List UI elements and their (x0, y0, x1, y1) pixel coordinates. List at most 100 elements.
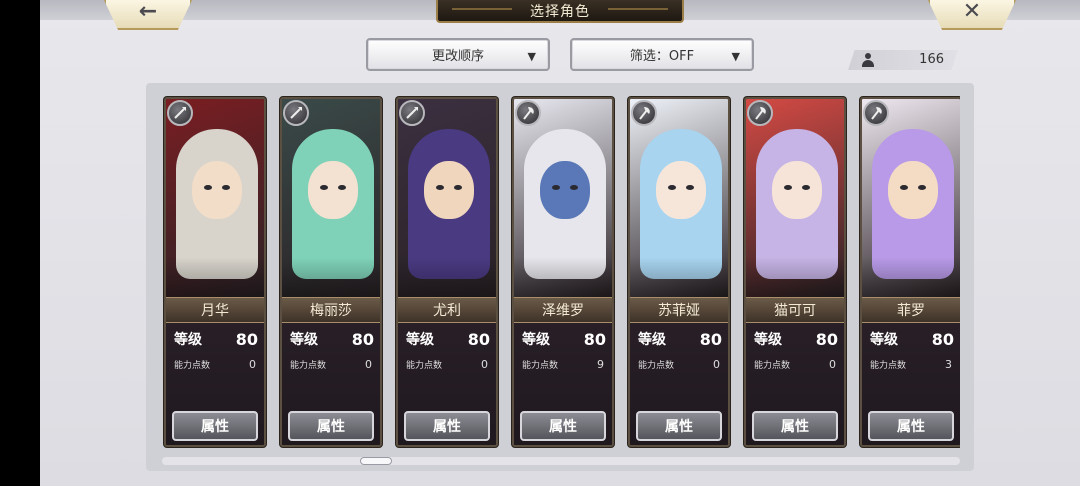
level-value: 80 (235, 329, 258, 349)
character-name-bar: 苏菲娅 (630, 297, 728, 323)
character-card[interactable]: 月华等级 80 能力点数 0 属性 (164, 97, 266, 447)
axe-icon (631, 100, 657, 126)
character-portrait[interactable] (166, 99, 264, 297)
level-label: 等级 (754, 332, 782, 348)
portrait-eye (918, 185, 926, 190)
ability-points-row: 能力点数 0 (290, 357, 372, 371)
level-row: 等级 80 (754, 329, 838, 349)
character-stats: 等级 80 能力点数 9 属性 (514, 323, 612, 445)
portrait-eye (436, 185, 444, 190)
spear-icon (167, 100, 193, 126)
level-value: 80 (699, 329, 722, 349)
level-value: 80 (931, 329, 954, 349)
character-stats: 等级 80 能力点数 3 属性 (862, 323, 960, 445)
character-name-bar: 梅丽莎 (282, 297, 380, 323)
filter-dropdown[interactable]: 筛选：OFF ▼ (570, 38, 754, 71)
sort-order-dropdown[interactable]: 更改顺序 ▼ (366, 38, 550, 71)
attributes-button-label: 属性 (665, 419, 693, 435)
portrait-eye (320, 185, 328, 190)
ability-points-label: 能力点数 (870, 360, 907, 371)
character-card[interactable]: 梅丽莎等级 80 能力点数 0 属性 (280, 97, 382, 447)
attributes-button[interactable]: 属性 (288, 411, 374, 441)
ability-points-row: 能力点数 0 (406, 357, 488, 371)
attributes-button[interactable]: 属性 (172, 411, 258, 441)
ability-points-label: 能力点数 (754, 360, 791, 371)
title-ornament-left (452, 8, 512, 10)
character-card[interactable]: 苏菲娅等级 80 能力点数 0 属性 (628, 97, 730, 447)
level-value: 80 (467, 329, 490, 349)
character-card[interactable]: 尤利 等级 80 能力点数 0 属性 (396, 97, 498, 447)
character-name: 尤利 (433, 303, 461, 319)
level-row: 等级 80 (522, 329, 606, 349)
character-portrait[interactable] (630, 99, 728, 297)
character-name: 月华 (201, 303, 229, 319)
portrait-eye (552, 185, 560, 190)
character-card[interactable]: 泽维罗 等级 80 能力点数 9 属性 (512, 97, 614, 447)
portrait-face (888, 161, 938, 219)
close-icon: ✕ (962, 0, 982, 24)
back-button[interactable]: ← (104, 0, 192, 30)
character-name-bar: 尤利 (398, 297, 496, 323)
character-name: 苏菲娅 (658, 303, 700, 319)
ability-points-row: 能力点数 3 (870, 357, 952, 371)
left-letterbox (0, 0, 40, 486)
attributes-button[interactable]: 属性 (404, 411, 490, 441)
ability-points-row: 能力点数 0 (638, 357, 720, 371)
axe-icon (863, 100, 889, 126)
character-list-panel: 月华 等级 80 能力点数 0 属性 梅丽莎 等级 80 能力点数 0 属性 尤利 等级 80 能力点数 0 属性… (146, 83, 974, 471)
spear-icon (399, 100, 425, 126)
character-list-viewport[interactable]: 月华 等级 80 能力点数 0 属性 梅丽莎 等级 80 能力点数 0 属性 尤利 等级 80 能力点数 0 属性… (162, 93, 960, 453)
scrollbar-thumb[interactable] (360, 457, 392, 465)
character-card[interactable]: 菲罗 等级 80 能力点数 3 属性 (860, 97, 960, 447)
level-value: 80 (351, 329, 374, 349)
attributes-button[interactable]: 属性 (636, 411, 722, 441)
attributes-button-label: 属性 (433, 419, 461, 435)
character-portrait[interactable] (282, 99, 380, 297)
level-label: 等级 (290, 332, 318, 348)
character-stats: 等级 80 能力点数 0 属性 (398, 323, 496, 445)
level-row: 等级 80 (638, 329, 722, 349)
ability-points-label: 能力点数 (174, 360, 211, 371)
horizontal-scrollbar[interactable] (162, 457, 960, 465)
close-button[interactable]: ✕ (928, 0, 1016, 30)
back-arrow-icon: ← (138, 0, 158, 24)
character-stats: 等级 80 能力点数 0 属性 (282, 323, 380, 445)
character-name-bar: 猫可可 (746, 297, 844, 323)
portrait-eye (900, 185, 908, 190)
character-portrait[interactable] (514, 99, 612, 297)
attributes-button[interactable]: 属性 (752, 411, 838, 441)
character-name: 菲罗 (897, 303, 925, 319)
character-name: 猫可可 (774, 303, 816, 319)
sort-order-label: 更改顺序 (431, 49, 484, 64)
character-count: 166 (919, 52, 944, 67)
attributes-button[interactable]: 属性 (868, 411, 954, 441)
axe-icon (515, 100, 541, 126)
portrait-face (308, 161, 358, 219)
attributes-button[interactable]: 属性 (520, 411, 606, 441)
character-portrait[interactable] (862, 99, 960, 297)
ability-points-label: 能力点数 (406, 360, 443, 371)
ability-points-row: 能力点数 0 (174, 357, 256, 371)
character-stats: 等级 80 能力点数 0 属性 (630, 323, 728, 445)
character-portrait[interactable] (398, 99, 496, 297)
character-portrait[interactable] (746, 99, 844, 297)
portrait-eye (784, 185, 792, 190)
ability-points-value: 3 (945, 357, 952, 371)
attributes-button-label: 属性 (897, 419, 925, 435)
ability-points-row: 能力点数 0 (754, 357, 836, 371)
level-label: 等级 (174, 332, 202, 348)
portrait-face (540, 161, 590, 219)
ability-points-label: 能力点数 (522, 360, 559, 371)
axe-icon (747, 100, 773, 126)
chevron-down-icon: ▼ (527, 50, 536, 63)
level-row: 等级 80 (174, 329, 258, 349)
portrait-eye (204, 185, 212, 190)
ability-points-value: 9 (597, 357, 604, 371)
character-name-bar: 月华 (166, 297, 264, 323)
title-ornament-right (608, 8, 668, 10)
ability-points-value: 0 (481, 357, 488, 371)
character-card[interactable]: 猫可可等级 80 能力点数 0 属性 (744, 97, 846, 447)
ability-points-value: 0 (365, 357, 372, 371)
ability-points-value: 0 (713, 357, 720, 371)
portrait-eye (222, 185, 230, 190)
